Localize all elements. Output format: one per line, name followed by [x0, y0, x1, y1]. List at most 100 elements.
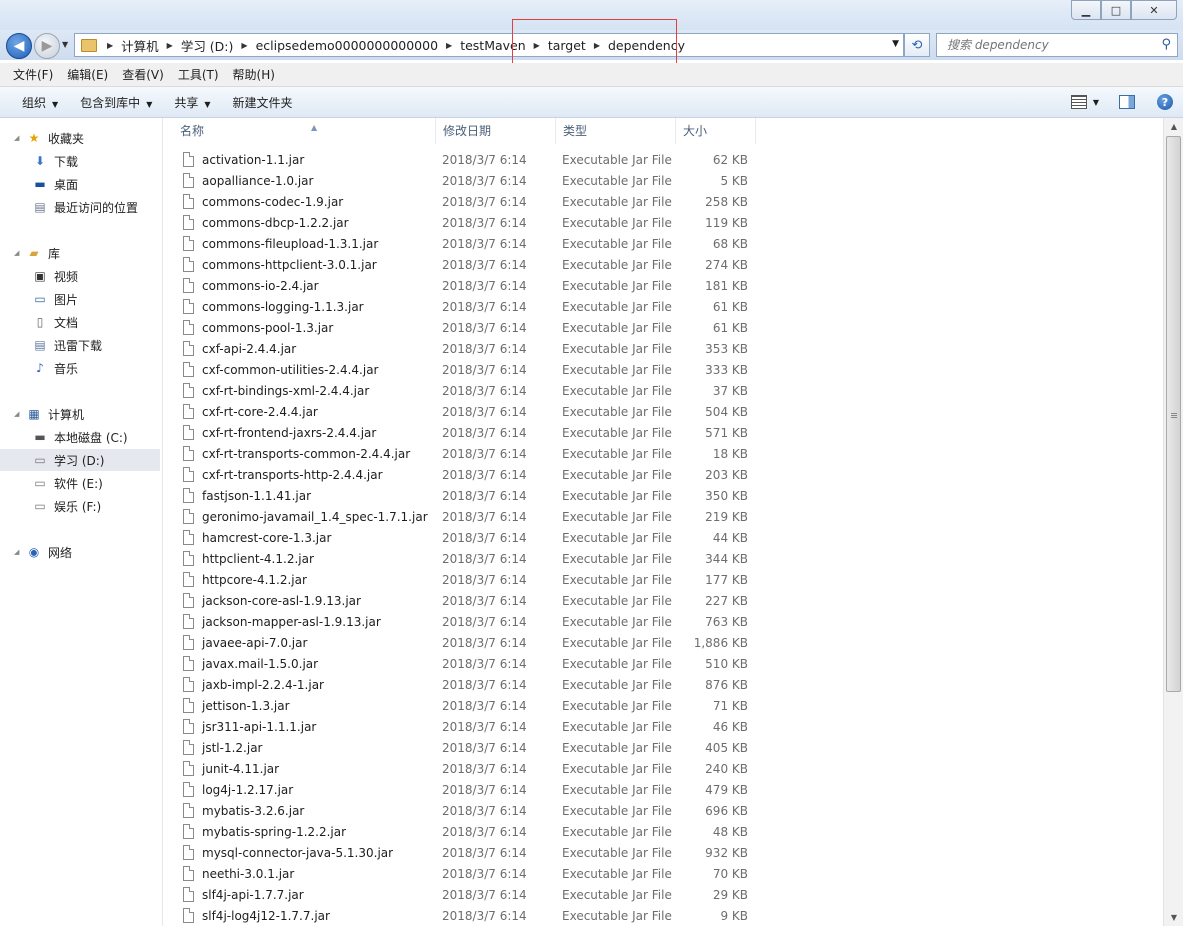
forward-button[interactable]: ▶ [34, 33, 60, 59]
scroll-down-icon[interactable]: ▼ [1164, 909, 1183, 926]
file-row[interactable]: slf4j-api-1.7.7.jar 2018/3/7 6:14 Executab… [163, 885, 1163, 906]
file-row[interactable]: fastjson-1.1.41.jar 2018/3/7 6:14 Executab… [163, 486, 1163, 507]
address-dropdown-icon[interactable]: ▼ [892, 39, 899, 49]
file-row[interactable]: jettison-1.3.jar 2018/3/7 6:14 Executable … [163, 696, 1163, 717]
file-row[interactable]: httpcore-4.1.2.jar 2018/3/7 6:14 Executabl… [163, 570, 1163, 591]
file-row[interactable]: cxf-rt-bindings-xml-2.4.4.jar 2018/3/7 6:… [163, 381, 1163, 402]
scroll-up-icon[interactable]: ▲ [1164, 118, 1183, 135]
expand-icon[interactable]: ◢ [14, 548, 22, 556]
menu-help[interactable]: 帮助(H) [226, 66, 282, 83]
back-button[interactable]: ◀ [6, 33, 32, 59]
file-row[interactable]: aopalliance-1.0.jar 2018/3/7 6:14 Executab… [163, 171, 1163, 192]
scroll-thumb[interactable] [1166, 136, 1181, 692]
file-row[interactable]: activation-1.1.jar 2018/3/7 6:14 Executabl… [163, 150, 1163, 171]
menu-tools[interactable]: 工具(T) [171, 66, 226, 83]
nav-item-drive-d[interactable]: ▭ 学习 (D:) [0, 449, 160, 471]
file-row[interactable]: cxf-rt-core-2.4.4.jar 2018/3/7 6:14 Execut… [163, 402, 1163, 423]
file-row[interactable]: geronimo-javamail_1.4_spec-1.7.1.jar 2018… [163, 507, 1163, 528]
share-button[interactable]: 共享 ▼ [164, 94, 222, 111]
nav-item-recent-places[interactable]: ▤ 最近访问的位置 [0, 196, 160, 218]
column-header-name[interactable]: 名称 ▲ [173, 118, 436, 144]
nav-item-drive-e[interactable]: ▭ 软件 (E:) [0, 472, 160, 494]
file-row[interactable]: javaee-api-7.0.jar 2018/3/7 6:14 Executabl… [163, 633, 1163, 654]
nav-item-thunder-downloads[interactable]: ▤ 迅雷下载 [0, 334, 160, 356]
file-row[interactable]: jaxb-impl-2.2.4-1.jar 2018/3/7 6:14 Execut… [163, 675, 1163, 696]
nav-item-desktop[interactable]: ▬ 桌面 [0, 173, 160, 195]
expand-icon[interactable]: ◢ [14, 134, 22, 142]
new-folder-button[interactable]: 新建文件夹 [223, 94, 305, 111]
nav-item-drive-f[interactable]: ▭ 娱乐 (F:) [0, 495, 160, 517]
file-row[interactable]: cxf-common-utilities-2.4.4.jar 2018/3/7 6… [163, 360, 1163, 381]
help-icon[interactable]: ? [1157, 94, 1173, 110]
menu-file[interactable]: 文件(F) [0, 66, 60, 83]
chevron-right-icon[interactable]: ▶ [442, 41, 456, 50]
file-row[interactable]: jackson-mapper-asl-1.9.13.jar 2018/3/7 6:… [163, 612, 1163, 633]
breadcrumb-eclipsedemo[interactable]: eclipsedemo0000000000000 [252, 38, 442, 53]
close-button[interactable]: ✕ [1131, 0, 1177, 20]
file-row[interactable]: commons-pool-1.3.jar 2018/3/7 6:14 Executa… [163, 318, 1163, 339]
menu-edit[interactable]: 编辑(E) [60, 66, 115, 83]
nav-libraries[interactable]: ◢ ▰ 库 [0, 242, 160, 264]
organize-button[interactable]: 组织 ▼ [0, 94, 70, 111]
file-row[interactable]: mybatis-spring-1.2.2.jar 2018/3/7 6:14 Exe… [163, 822, 1163, 843]
file-row[interactable]: neethi-3.0.1.jar 2018/3/7 6:14 Executable … [163, 864, 1163, 885]
file-row[interactable]: commons-httpclient-3.0.1.jar 2018/3/7 6:1… [163, 255, 1163, 276]
maximize-button[interactable]: □ [1101, 0, 1131, 20]
column-header-size[interactable]: 大小 [676, 118, 756, 144]
nav-favorites[interactable]: ◢ ★ 收藏夹 [0, 127, 160, 149]
file-row[interactable]: jstl-1.2.jar 2018/3/7 6:14 Executable Jar … [163, 738, 1163, 759]
breadcrumb-drive-d[interactable]: 学习 (D:) [177, 36, 238, 55]
file-row[interactable]: commons-fileupload-1.3.1.jar 2018/3/7 6:1… [163, 234, 1163, 255]
file-row[interactable]: cxf-rt-transports-common-2.4.4.jar 2018/3… [163, 444, 1163, 465]
vertical-scrollbar[interactable]: ▲ ▼ [1163, 118, 1183, 926]
column-header-type[interactable]: 类型 [556, 118, 676, 144]
nav-item-music[interactable]: ♪ 音乐 [0, 357, 160, 379]
file-row[interactable]: log4j-1.2.17.jar 2018/3/7 6:14 Executable … [163, 780, 1163, 801]
breadcrumb-computer[interactable]: 计算机 [117, 36, 163, 55]
file-row[interactable]: commons-dbcp-1.2.2.jar 2018/3/7 6:14 Execu… [163, 213, 1163, 234]
file-row[interactable]: commons-logging-1.1.3.jar 2018/3/7 6:14 Ex… [163, 297, 1163, 318]
search-box[interactable]: ⚲ [936, 33, 1178, 57]
expand-icon[interactable]: ◢ [14, 410, 22, 418]
nav-item-pictures[interactable]: ▭ 图片 [0, 288, 160, 310]
file-row[interactable]: cxf-rt-frontend-jaxrs-2.4.4.jar 2018/3/7 … [163, 423, 1163, 444]
address-bar[interactable]: ▶ 计算机 ▶ 学习 (D:) ▶ eclipsedemo00000000000… [74, 33, 904, 57]
file-row[interactable]: commons-io-2.4.jar 2018/3/7 6:14 Executabl… [163, 276, 1163, 297]
recent-pages-dropdown[interactable]: ▼ [62, 40, 68, 49]
file-row[interactable]: mybatis-3.2.6.jar 2018/3/7 6:14 Executable… [163, 801, 1163, 822]
file-row[interactable]: javax.mail-1.5.0.jar 2018/3/7 6:14 Executa… [163, 654, 1163, 675]
file-row[interactable]: jackson-core-asl-1.9.13.jar 2018/3/7 6:14… [163, 591, 1163, 612]
file-row[interactable]: jsr311-api-1.1.1.jar 2018/3/7 6:14 Executa… [163, 717, 1163, 738]
search-input[interactable] [945, 37, 1159, 53]
nav-item-videos[interactable]: ▣ 视频 [0, 265, 160, 287]
refresh-button[interactable]: ⟲ [904, 33, 930, 57]
nav-item-drive-c[interactable]: ▬ 本地磁盘 (C:) [0, 426, 160, 448]
file-type: Executable Jar File [562, 510, 672, 524]
view-options-icon[interactable] [1070, 95, 1087, 109]
file-row[interactable]: cxf-rt-transports-http-2.4.4.jar 2018/3/7… [163, 465, 1163, 486]
nav-item-documents[interactable]: ▯ 文档 [0, 311, 160, 333]
file-icon [183, 782, 194, 797]
include-in-library-button[interactable]: 包含到库中 ▼ [70, 94, 164, 111]
nav-computer[interactable]: ◢ ▦ 计算机 [0, 403, 160, 425]
chevron-down-icon[interactable]: ▼ [1093, 98, 1099, 107]
file-row[interactable]: cxf-api-2.4.4.jar 2018/3/7 6:14 Executable… [163, 339, 1163, 360]
search-icon[interactable]: ⚲ [1161, 37, 1171, 52]
nav-network[interactable]: ◢ ◉ 网络 [0, 541, 160, 563]
chevron-right-icon[interactable]: ▶ [237, 41, 251, 50]
expand-icon[interactable]: ◢ [14, 249, 22, 257]
file-row[interactable]: junit-4.11.jar 2018/3/7 6:14 Executable Ja… [163, 759, 1163, 780]
nav-item-downloads[interactable]: ⬇ 下载 [0, 150, 160, 172]
chevron-right-icon[interactable]: ▶ [163, 41, 177, 50]
minimize-button[interactable]: ▁ [1071, 0, 1101, 20]
preview-pane-icon[interactable] [1119, 95, 1135, 109]
file-row[interactable]: hamcrest-core-1.3.jar 2018/3/7 6:14 Execut… [163, 528, 1163, 549]
file-row[interactable]: httpclient-4.1.2.jar 2018/3/7 6:14 Executa… [163, 549, 1163, 570]
menu-view[interactable]: 查看(V) [115, 66, 171, 83]
file-row[interactable]: mysql-connector-java-5.1.30.jar 2018/3/7 … [163, 843, 1163, 864]
file-row[interactable]: slf4j-log4j12-1.7.7.jar 2018/3/7 6:14 Exec… [163, 906, 1163, 927]
file-row[interactable]: commons-codec-1.9.jar 2018/3/7 6:14 Execut… [163, 192, 1163, 213]
chevron-right-icon[interactable]: ▶ [103, 41, 117, 50]
file-size: 9 KB [720, 909, 748, 923]
column-header-date[interactable]: 修改日期 [436, 118, 556, 144]
